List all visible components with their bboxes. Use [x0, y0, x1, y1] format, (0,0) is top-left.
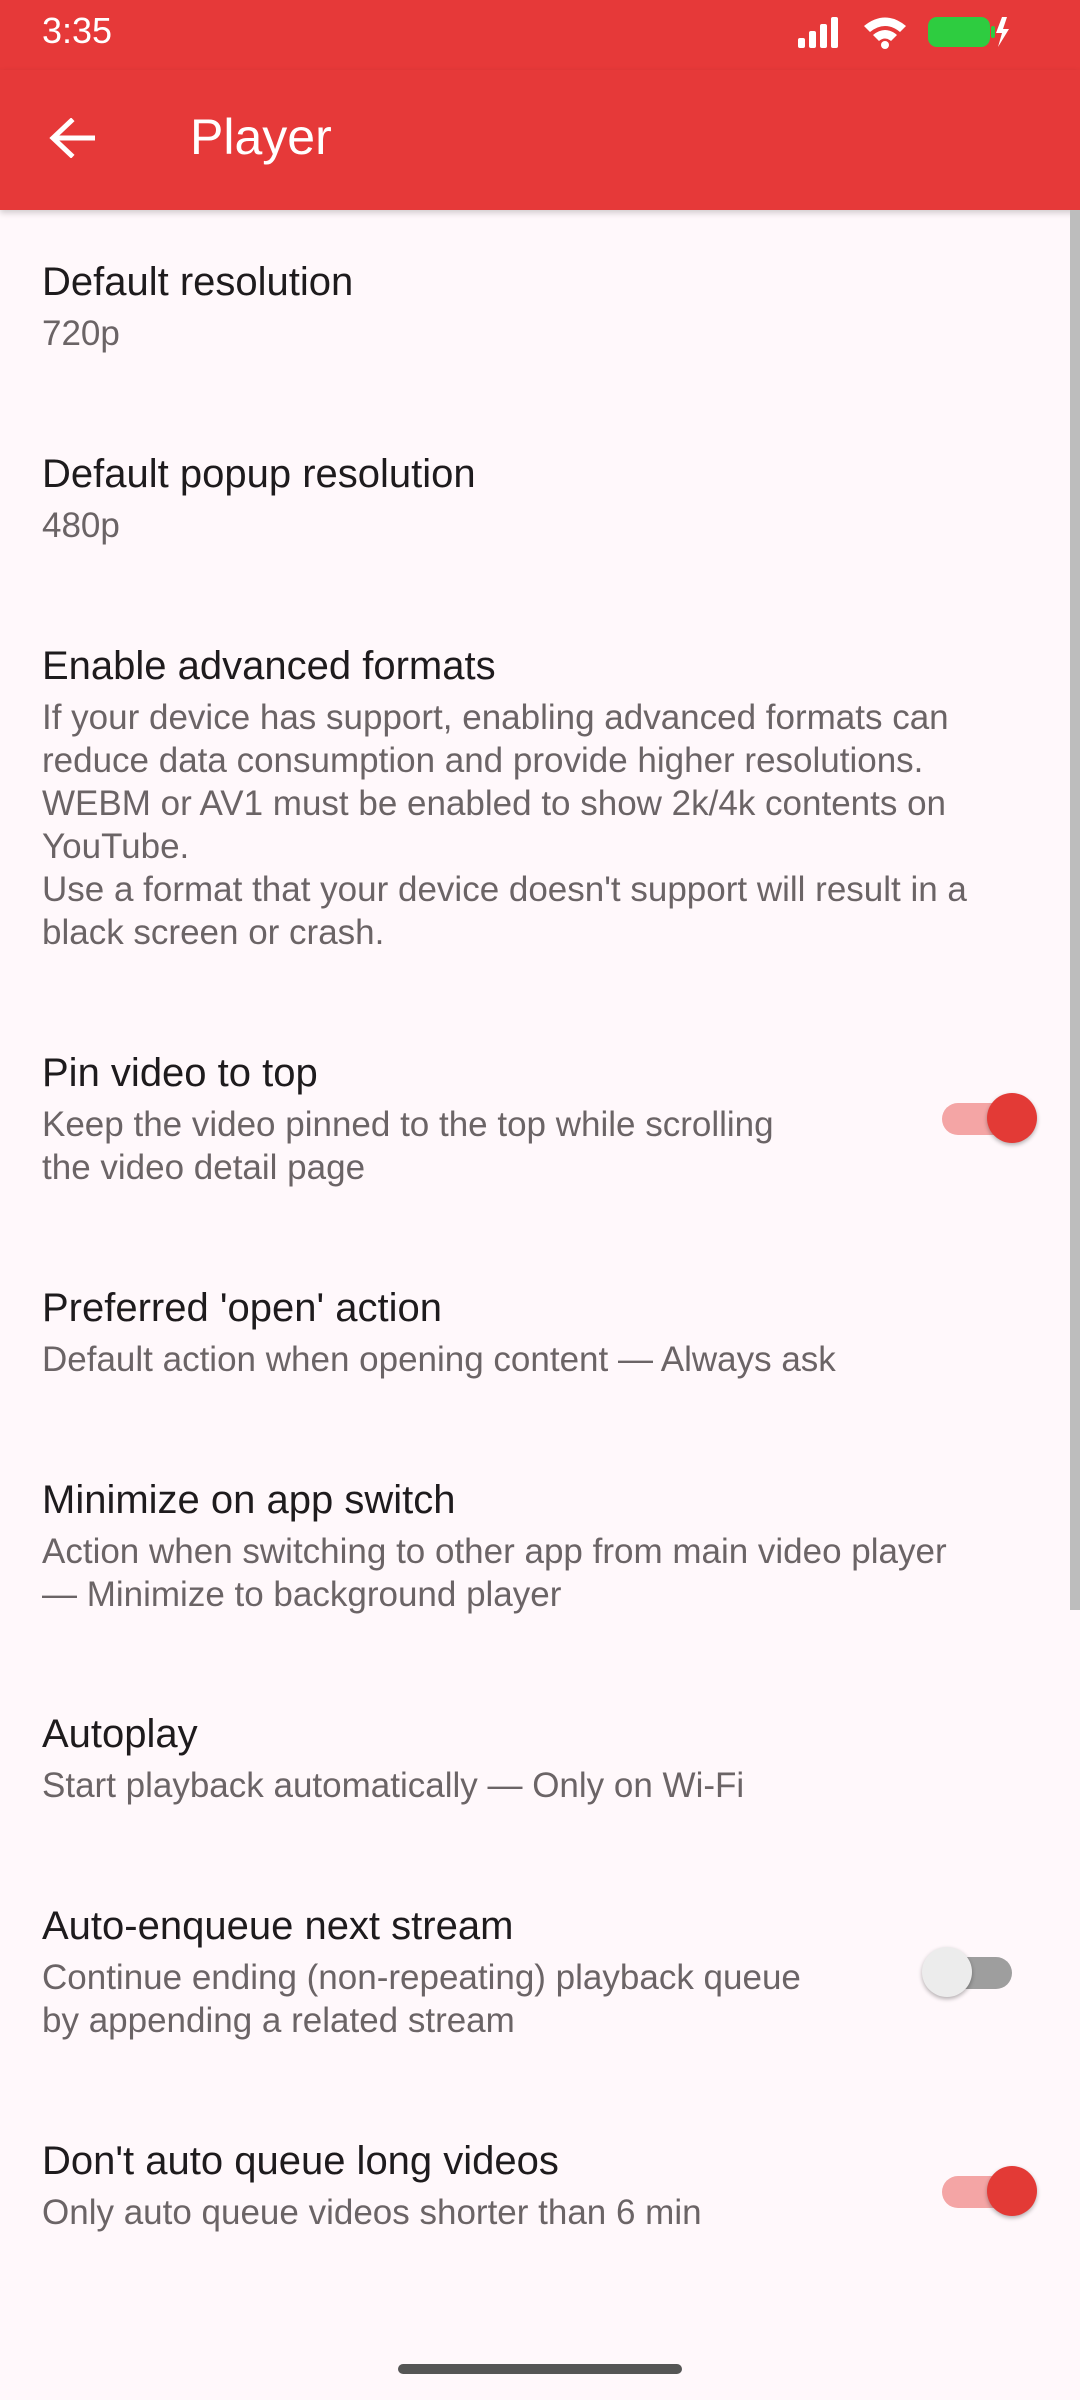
- pref-text: Pin video to top Keep the video pinned t…: [42, 1047, 862, 1189]
- pref-default-resolution[interactable]: Default resolution 720p: [42, 256, 1032, 355]
- status-bar: 3:35: [0, 0, 1080, 70]
- pref-minimize-on-app-switch[interactable]: Minimize on app switch Action when switc…: [42, 1474, 1032, 1616]
- pref-title: Default resolution: [42, 260, 354, 304]
- long-videos-toggle[interactable]: [942, 2160, 1037, 2220]
- signal-icon: [796, 16, 844, 53]
- preference-list: Default resolution 720p Default popup re…: [0, 210, 1080, 2330]
- wifi-icon: [862, 15, 908, 54]
- pref-summary: If your device has support, enabling adv…: [42, 698, 967, 952]
- pref-title: Don't auto queue long videos: [42, 2139, 559, 2183]
- status-time: 3:35: [42, 10, 113, 51]
- pref-title: Pin video to top: [42, 1051, 318, 1095]
- home-indicator[interactable]: [398, 2364, 682, 2374]
- status-icons: [796, 14, 1010, 54]
- pref-summary: Continue ending (non-repeating) playback…: [42, 1958, 801, 2040]
- back-button[interactable]: [30, 98, 114, 182]
- pref-summary: Keep the video pinned to the top while s…: [42, 1105, 774, 1187]
- pref-summary: 480p: [42, 506, 120, 545]
- pref-summary: 720p: [42, 314, 120, 353]
- pref-summary: Only auto queue videos shorter than 6 mi…: [42, 2193, 702, 2232]
- pref-dont-auto-queue-long-videos[interactable]: Don't auto queue long videos Only auto q…: [42, 2135, 1037, 2234]
- battery-charging-icon: [926, 15, 1010, 54]
- pref-title: Minimize on app switch: [42, 1478, 456, 1522]
- pref-auto-enqueue-next-stream[interactable]: Auto-enqueue next stream Continue ending…: [42, 1900, 1032, 2042]
- switch-thumb: [987, 2166, 1037, 2216]
- pref-summary: Action when switching to other app from …: [42, 1532, 947, 1614]
- pref-text: Auto-enqueue next stream Continue ending…: [42, 1900, 862, 2042]
- pref-title: Autoplay: [42, 1712, 198, 1756]
- pref-title: Auto-enqueue next stream: [42, 1904, 514, 1948]
- pref-summary: Default action when opening content — Al…: [42, 1340, 836, 1379]
- pref-preferred-open-action[interactable]: Preferred 'open' action Default action w…: [42, 1282, 1032, 1381]
- pref-enable-advanced-formats[interactable]: Enable advanced formats If your device h…: [42, 640, 1032, 954]
- pref-pin-video-to-top[interactable]: Pin video to top Keep the video pinned t…: [42, 1047, 1037, 1189]
- app-bar: Player: [0, 70, 1080, 210]
- pref-summary: Start playback automatically — Only on W…: [42, 1766, 745, 1805]
- pref-autoplay[interactable]: Autoplay Start playback automatically — …: [42, 1708, 1032, 1807]
- pref-text: Don't auto queue long videos Only auto q…: [42, 2135, 862, 2234]
- pref-default-popup-resolution[interactable]: Default popup resolution 480p: [42, 448, 1032, 547]
- pref-title: Default popup resolution: [42, 452, 476, 496]
- auto-enqueue-toggle[interactable]: [922, 1941, 1012, 2001]
- pref-title: Preferred 'open' action: [42, 1286, 442, 1330]
- switch-thumb: [987, 1093, 1037, 1143]
- page-title: Player: [190, 109, 332, 165]
- pin-video-toggle[interactable]: [942, 1087, 1037, 1147]
- arrow-back-icon: [49, 116, 96, 163]
- pref-title: Enable advanced formats: [42, 644, 496, 688]
- switch-thumb: [922, 1947, 972, 1997]
